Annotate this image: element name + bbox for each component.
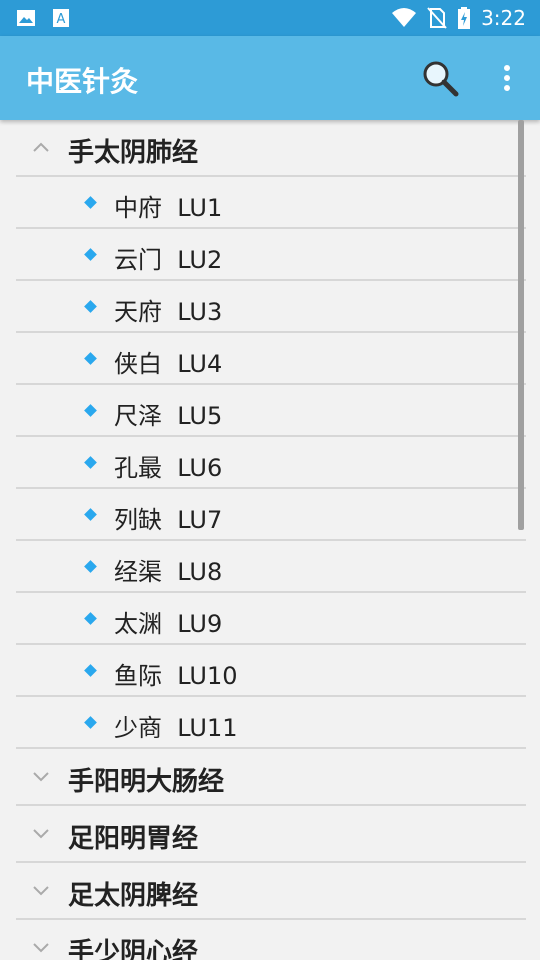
chevron-down-icon <box>33 886 49 896</box>
list-item[interactable]: 孔最 LU6 <box>16 437 526 489</box>
chevron-down-icon <box>33 829 49 839</box>
search-icon[interactable] <box>420 58 460 98</box>
group-title: 手少阴心经 <box>68 938 199 960</box>
diamond-icon <box>84 664 97 677</box>
list-item[interactable]: 鱼际 LU10 <box>16 645 526 697</box>
diamond-icon <box>84 456 97 469</box>
app-title: 中医针灸 <box>26 65 139 98</box>
clock: 3:22 <box>481 6 526 30</box>
svg-text:A: A <box>57 12 66 27</box>
list-item[interactable]: 侠白 LU4 <box>16 333 526 385</box>
no-sim-icon <box>427 7 447 29</box>
scrollbar[interactable] <box>518 120 524 530</box>
image-icon <box>17 10 35 26</box>
group-title: 足太阴脾经 <box>68 881 199 911</box>
diamond-icon <box>84 352 97 365</box>
more-vert-icon[interactable] <box>492 62 522 98</box>
group-title: 足阳明胃经 <box>68 824 199 854</box>
diamond-icon <box>84 560 97 573</box>
list-item[interactable]: 太渊 LU9 <box>16 593 526 645</box>
diamond-icon <box>84 508 97 521</box>
app-bar: 中医针灸 <box>0 36 540 120</box>
acupoint-label: 中府 LU1 <box>114 194 223 222</box>
group-header[interactable]: 足太阴脾经 <box>16 863 526 920</box>
group-title: 手阳明大肠经 <box>68 767 225 797</box>
meridian-list[interactable]: 手太阴肺经 中府 LU1 云门 LU2 天府 LU3 侠白 LU4 尺泽 LU5… <box>0 120 540 960</box>
acupoint-label: 天府 LU3 <box>114 298 223 326</box>
group-header[interactable]: 手阳明大肠经 <box>16 749 526 806</box>
wifi-icon <box>392 8 417 27</box>
acupoint-label: 太渊 LU9 <box>114 610 223 638</box>
group-header[interactable]: 手少阴心经 <box>16 920 526 960</box>
acupoint-label: 鱼际 LU10 <box>114 662 238 690</box>
list-item[interactable]: 云门 LU2 <box>16 229 526 281</box>
text-a-icon: A <box>53 9 69 27</box>
diamond-icon <box>84 612 97 625</box>
acupoint-label: 尺泽 LU5 <box>114 402 223 430</box>
list-item[interactable]: 列缺 LU7 <box>16 489 526 541</box>
diamond-icon <box>84 300 97 313</box>
chevron-up-icon <box>33 142 49 152</box>
chevron-down-icon <box>33 772 49 782</box>
acupoint-label: 侠白 LU4 <box>114 350 223 378</box>
acupoint-label: 少商 LU11 <box>114 714 238 742</box>
acupoint-label: 列缺 LU7 <box>114 506 223 534</box>
diamond-icon <box>84 196 97 209</box>
battery-charging-icon <box>458 7 471 29</box>
list-item[interactable]: 尺泽 LU5 <box>16 385 526 437</box>
list-item[interactable]: 经渠 LU8 <box>16 541 526 593</box>
diamond-icon <box>84 404 97 417</box>
group-header[interactable]: 手太阴肺经 <box>16 120 526 177</box>
list-item[interactable]: 中府 LU1 <box>16 177 526 229</box>
list-item[interactable]: 天府 LU3 <box>16 281 526 333</box>
acupoint-label: 经渠 LU8 <box>114 558 223 586</box>
diamond-icon <box>84 248 97 261</box>
list-item[interactable]: 少商 LU11 <box>16 697 526 749</box>
chevron-down-icon <box>33 943 49 953</box>
diamond-icon <box>84 716 97 729</box>
group-header[interactable]: 足阳明胃经 <box>16 806 526 863</box>
status-bar: A 3:22 <box>0 0 540 36</box>
group-title: 手太阴肺经 <box>68 138 199 168</box>
acupoint-label: 云门 LU2 <box>114 246 223 274</box>
acupoint-label: 孔最 LU6 <box>114 454 223 482</box>
